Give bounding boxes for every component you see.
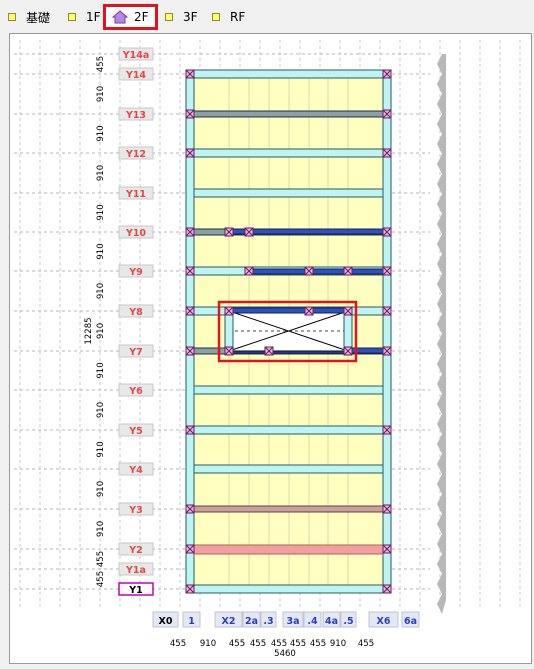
beam-blue [248, 268, 384, 275]
y-grid-label: Y5 [128, 426, 143, 437]
wall-bottom [185, 584, 392, 594]
x-dimension: 455 [358, 639, 374, 649]
y-grid-label: Y14 [125, 70, 146, 81]
y-dimension: 910 [96, 243, 106, 259]
x-grid-label: .5 [343, 616, 353, 627]
x-grid-label: 4a [325, 616, 338, 627]
beam-dark [193, 505, 384, 513]
y-dimension: 910 [96, 441, 106, 457]
x-dimension: 455 [290, 639, 306, 649]
y-grid-label: Y13 [125, 110, 146, 121]
x-grid-label: X2 [222, 616, 236, 627]
y-dimension: 910 [96, 402, 106, 418]
x-dimension: 455 [170, 639, 186, 649]
beam [193, 425, 384, 435]
y-grid-label: Y10 [125, 228, 146, 239]
y-dimension: 910 [96, 86, 106, 102]
beam-double [189, 110, 388, 118]
y-grid-label: Y9 [128, 267, 143, 278]
y-grid-label: Y4 [128, 465, 143, 476]
x-total-dimension: 5460 [274, 649, 296, 659]
beam [193, 188, 384, 198]
x-grid-label: 6a [404, 616, 417, 627]
y-grid-label: Y8 [128, 307, 143, 318]
y-grid-label: Y2 [128, 545, 143, 556]
opening-edge [224, 310, 234, 352]
x-grid-label: X6 [377, 616, 391, 627]
y-grid-label: Y3 [128, 505, 143, 516]
x-grid-label: 1 [188, 616, 195, 627]
beam-pink [193, 544, 384, 555]
y-dimension: 455 [96, 571, 106, 587]
y-grid-label: Y11 [125, 189, 146, 200]
x-grid-label: 3a [286, 616, 299, 627]
x-dimension: 455 [310, 639, 326, 649]
y-dimension: 910 [96, 481, 106, 497]
y-dimension: 455 [96, 56, 106, 72]
x-dimension: 455 [229, 639, 245, 649]
x-dimension: 910 [200, 639, 216, 649]
opening-edge [343, 310, 353, 352]
beam-blue [228, 307, 349, 314]
wall-top [185, 69, 392, 79]
y-grid-label: Y14a [122, 50, 150, 61]
x-dimension: 455 [271, 639, 287, 649]
y-dimension: 910 [96, 204, 106, 220]
y-grid-label: Y12 [125, 149, 146, 160]
beam [193, 148, 384, 158]
beam [193, 385, 384, 395]
margin-marker [437, 54, 446, 614]
x-grid-label: 2a [245, 616, 258, 627]
x-grid-label: .4 [307, 616, 318, 627]
y-dimension: 910 [96, 323, 106, 339]
y-dimension: 455 [96, 551, 106, 567]
x-dimension: 910 [330, 639, 346, 649]
x-grid-label: .3 [263, 616, 273, 627]
y-dimension: 910 [96, 283, 106, 299]
y-grid-label: Y6 [128, 386, 143, 397]
y-grid-label: Y1a [125, 565, 146, 576]
y-grid-label: Y1 [128, 585, 143, 596]
y-dimension: 910 [96, 362, 106, 378]
y-grid-label: Y7 [128, 347, 143, 358]
x-dimension: 455 [250, 639, 266, 649]
y-total-dimension: 12285 [84, 317, 94, 344]
x-grid-label: X0 [159, 616, 173, 627]
floor-plan-drawing: Y14a455Y14910Y13910Y12910Y11910Y10910Y99… [14, 40, 521, 659]
y-dimension: 910 [96, 521, 106, 537]
y-dimension: 910 [96, 125, 106, 141]
y-dimension: 910 [96, 165, 106, 181]
beam [193, 464, 384, 474]
